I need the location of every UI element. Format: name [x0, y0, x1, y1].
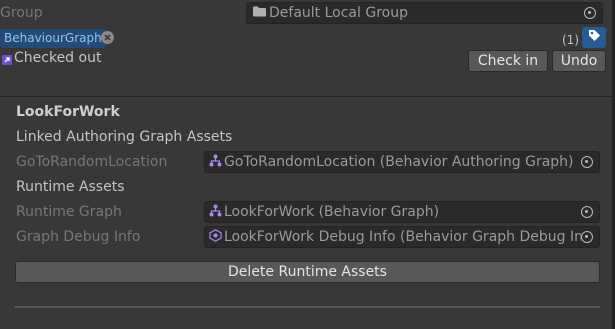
group-value: Default Local Group [269, 5, 408, 21]
linked-field-label: GoToRandomLocation [16, 154, 168, 170]
tag-icon [588, 29, 601, 46]
linked-field-value: GoToRandomLocation (Behavior Authoring G… [224, 154, 574, 170]
delete-runtime-assets-button[interactable]: Delete Runtime Assets [15, 261, 600, 283]
object-picker-icon[interactable] [581, 156, 593, 168]
behavior-graph-icon [209, 154, 222, 171]
object-picker-icon[interactable] [581, 231, 593, 243]
object-picker-icon[interactable] [584, 7, 596, 19]
folder-icon [253, 5, 266, 21]
checked-out-status: Checked out [14, 50, 102, 66]
label-tag-text: BehaviourGraph [4, 31, 102, 45]
object-picker-icon[interactable] [581, 206, 593, 218]
runtime-graph-value: LookForWork (Behavior Graph) [224, 204, 440, 220]
undo-button[interactable]: Undo [552, 50, 606, 72]
linked-authoring-graph-field[interactable]: GoToRandomLocation (Behavior Authoring G… [204, 151, 600, 173]
runtime-graph-label: Runtime Graph [16, 204, 122, 220]
check-in-button[interactable]: Check in [468, 50, 548, 72]
group-label: Group [0, 5, 43, 21]
runtime-graph-field[interactable]: LookForWork (Behavior Graph) [204, 201, 600, 223]
bottom-divider [15, 306, 600, 308]
linked-assets-heading: Linked Authoring Graph Assets [16, 129, 233, 145]
label-count: (1) [562, 33, 579, 47]
runtime-assets-heading: Runtime Assets [16, 179, 125, 195]
remove-label-icon[interactable] [101, 31, 114, 44]
behavior-graph-icon [209, 204, 222, 221]
debug-info-value: LookForWork Debug Info (Behavior Graph D… [224, 229, 581, 245]
header-separator [0, 96, 615, 97]
inspector-title: LookForWork [16, 104, 120, 120]
debug-info-label: Graph Debug Info [16, 229, 141, 245]
debug-info-icon [209, 228, 222, 246]
checked-out-icon [2, 53, 12, 69]
labels-button[interactable] [582, 27, 606, 48]
debug-info-field[interactable]: LookForWork Debug Info (Behavior Graph D… [204, 226, 600, 248]
group-dropdown[interactable]: Default Local Group [246, 2, 603, 24]
label-tag[interactable]: BehaviourGraph [0, 29, 106, 48]
